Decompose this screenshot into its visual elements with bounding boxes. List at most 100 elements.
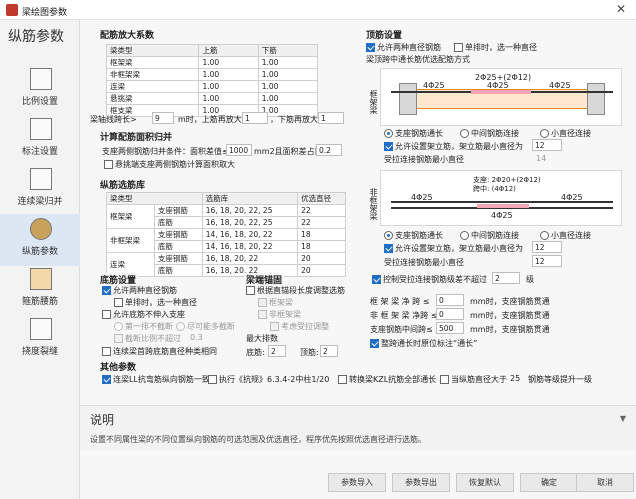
- sidebar-item-scale[interactable]: 比例设置: [0, 64, 80, 116]
- radio-icon: [540, 129, 549, 138]
- table-header: 梁类型: [106, 192, 203, 205]
- table-row[interactable]: 非框架梁 支座钢筋 14, 16, 18, 20, 22 18: [106, 228, 346, 253]
- area-diff-input[interactable]: 1000: [226, 144, 252, 156]
- nonframe-beam-diagram: 支座: 2Φ20+(2Φ12) 跨中: (4Φ12) 4Φ25 4Φ25 4Φ2…: [380, 170, 622, 226]
- diameter-upgrade-checkbox[interactable]: 当纵筋直径大于: [440, 374, 507, 385]
- description-text: 设置不同属性梁的不同位置纵向钢筋的可选范围及优选直径，程序优先按照优选直径进行选…: [90, 435, 426, 444]
- radio-icon: [460, 231, 469, 240]
- sidebar-item-annotation[interactable]: 标注设置: [0, 114, 80, 166]
- support-mid-input[interactable]: 500: [436, 322, 464, 334]
- radio-icon: [384, 231, 393, 240]
- continuous-checkbox[interactable]: 连续梁首跨底筋直径种类相同: [102, 346, 217, 357]
- nonframe-span-input[interactable]: 0: [436, 308, 464, 320]
- control-grade-checkbox[interactable]: 控制受拉连接钢筋级差不超过: [372, 274, 487, 285]
- max-rows-bottom-input[interactable]: 2: [268, 345, 286, 357]
- area-ratio-input[interactable]: 0.2: [316, 144, 342, 156]
- second-row-radio[interactable]: 尽可能多截断: [176, 321, 235, 332]
- anchor-resist-checkbox[interactable]: 考虑受拉调整: [270, 321, 329, 332]
- support-mid-tail: mm时，支座钢筋贯通: [470, 325, 550, 334]
- merge-icon: [30, 168, 52, 190]
- sidebar-item-longitudinal[interactable]: 纵筋参数: [0, 214, 80, 266]
- table-row[interactable]: 悬挑梁 1.00 1.00: [105, 92, 319, 105]
- max-rows-top-input[interactable]: 2: [320, 345, 338, 357]
- checkbox-icon: [384, 244, 393, 253]
- diameter-upgrade-value: 25: [510, 374, 521, 383]
- checkbox-icon: [370, 339, 379, 348]
- cantilever-checkbox[interactable]: 悬挑端支座两侧钢筋计算面积取大: [104, 159, 235, 170]
- top-single-row-checkbox[interactable]: 单排时，选一种直径: [454, 42, 537, 53]
- frame-mid-radio[interactable]: 中间钢筋连接: [460, 128, 519, 139]
- anchor-depth-checkbox[interactable]: 根据直锚段长度调整选筋: [246, 285, 345, 296]
- bottom-factor-input[interactable]: 1: [318, 112, 344, 124]
- table-row[interactable]: 连梁 1.00 1.00: [105, 80, 319, 93]
- app-icon: [6, 4, 18, 16]
- close-icon[interactable]: ✕: [616, 2, 626, 16]
- sidebar-item-label: 箍筋腰筋: [21, 297, 58, 307]
- library-title: 纵筋选筋库: [98, 178, 148, 191]
- nonframe-span-label: 非 框 架 梁 净跨 ≤: [370, 311, 438, 320]
- checkbox-icon: [258, 310, 267, 319]
- nf-erect-input[interactable]: 12: [532, 241, 562, 253]
- table-row[interactable]: 连梁 支座钢筋 16, 18, 20, 22 20: [106, 252, 346, 277]
- bottom-not-in-support-checkbox[interactable]: 允许底筋不伸入支座: [102, 309, 185, 320]
- radio-icon: [460, 129, 469, 138]
- top-allow-two-checkbox[interactable]: 允许两种直径钢筋: [366, 42, 441, 53]
- checkbox-icon: [246, 286, 255, 295]
- checkbox-icon: [102, 286, 111, 295]
- anchor-nonframe-checkbox[interactable]: 非框架梁: [258, 309, 301, 320]
- radio-icon: [176, 322, 185, 331]
- frame-small-radio[interactable]: 小直径连接: [540, 128, 591, 139]
- cut-ratio-checkbox[interactable]: 截断比例不超过: [114, 333, 181, 344]
- top-factor-label: m时，上筋再放大: [178, 115, 242, 124]
- sidebar-item-merge[interactable]: 连续梁归并: [0, 164, 80, 216]
- max-rows-bottom-label: 底筋:: [246, 348, 265, 357]
- kzl-checkbox[interactable]: 转换梁KZL抗筋全部通长: [338, 374, 436, 385]
- first-row-radio[interactable]: 第一排不截断: [114, 321, 173, 332]
- bottom-single-row-checkbox[interactable]: 单排时，选一种直径: [114, 297, 197, 308]
- sidebar: 纵筋参数 比例设置 标注设置 连续梁归并 纵筋参数 箍筋腰筋 挠度裂缝: [0, 20, 80, 499]
- sidebar-item-label: 比例设置: [21, 97, 58, 107]
- collapse-icon[interactable]: ▼: [620, 414, 626, 423]
- description-panel: 说明 ▼ 设置不同属性梁的不同位置纵向钢筋的可选范围及优选直径，程序优先按照优选…: [80, 405, 636, 450]
- nf-mid-radio[interactable]: 中间钢筋连接: [460, 230, 519, 241]
- nf-right-label: 4Φ25: [561, 193, 583, 202]
- table-row[interactable]: 非框架梁 1.00 1.00: [105, 68, 319, 81]
- checkbox-icon: [366, 43, 375, 52]
- ok-button[interactable]: 确定: [520, 473, 578, 492]
- checkbox-icon: [372, 275, 381, 284]
- table-row[interactable]: 框架梁 1.00 1.00: [105, 56, 319, 69]
- sidebar-item-stirrup[interactable]: 箍筋腰筋: [0, 264, 80, 316]
- nf-support-radio[interactable]: 支座钢筋通长: [384, 230, 443, 241]
- frame-tension-value: 14: [536, 154, 547, 163]
- library-table: 梁类型 选筋库 优选直径 框架梁 支座钢筋 16, 18, 20, 22, 25 22…: [106, 192, 346, 277]
- bottom-allow-two-checkbox[interactable]: 允许两种直径钢筋: [102, 285, 177, 296]
- link-beam-checkbox[interactable]: 连梁LL抗弯筋纵向钢筋一致: [102, 374, 210, 385]
- title-bar: 梁绘图参数 ✕: [0, 0, 636, 20]
- import-button[interactable]: 参数导入: [328, 473, 386, 492]
- exec-code-checkbox[interactable]: 执行《抗规》6.3.4-2中柱1/20: [208, 374, 329, 385]
- frame-support-radio[interactable]: 支座钢筋通长: [384, 128, 443, 139]
- control-grade-input[interactable]: 2: [492, 272, 520, 284]
- checkbox-icon: [270, 322, 279, 331]
- frame-span-input[interactable]: 0: [436, 294, 464, 306]
- sidebar-item-deflection[interactable]: 挠度裂缝: [0, 314, 80, 366]
- connection-bar: [477, 204, 529, 208]
- nf-erect-checkbox[interactable]: 允许设置架立筋，架立筋最小直径为: [384, 243, 523, 254]
- frame-erect-checkbox[interactable]: 允许设置架立筋，架立筋最小直径为: [384, 141, 523, 152]
- frame-erect-input[interactable]: 12: [532, 139, 562, 151]
- scale-icon: [30, 68, 52, 90]
- top-factor-input[interactable]: 1: [242, 112, 268, 124]
- cancel-button[interactable]: 取消: [576, 473, 634, 492]
- table-row[interactable]: 框架梁 支座钢筋 16, 18, 20, 22, 25 22: [106, 204, 346, 229]
- diameter-upgrade-tail: 钢筋等级提升一级: [528, 375, 592, 384]
- checkbox-icon: [102, 347, 111, 356]
- reset-button[interactable]: 恢复默认: [456, 473, 514, 492]
- span-input[interactable]: 9: [152, 112, 174, 124]
- nf-tension-input[interactable]: 12: [532, 255, 562, 267]
- top-bars-title: 顶筋设置: [364, 28, 405, 41]
- anchor-frame-checkbox[interactable]: 框架梁: [258, 297, 293, 308]
- support-mid-label: 支座钢筋中间跨≤: [370, 325, 433, 334]
- all-long-checkbox[interactable]: 整跨通长时原位标注“通长”: [370, 338, 477, 349]
- nf-small-radio[interactable]: 小直径连接: [540, 230, 591, 241]
- export-button[interactable]: 参数导出: [392, 473, 450, 492]
